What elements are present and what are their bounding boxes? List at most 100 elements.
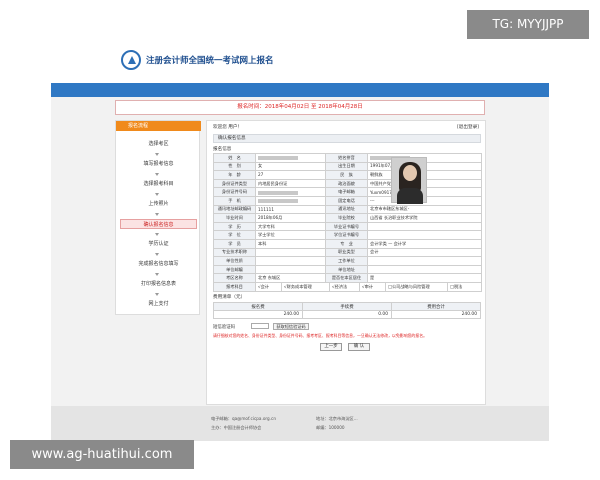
site-title: 注册会计师全国统一考试网上报名	[146, 56, 274, 66]
info-value	[367, 221, 482, 232]
site-header: 注册会计师全国统一考试网上报名	[51, 41, 549, 83]
footer-email: 电子邮箱：qa@mof.cicpa.org.cn	[211, 416, 276, 421]
subject-checkbox[interactable]: □税法	[447, 282, 482, 292]
page: 注册会计师全国统一考试网上报名 报名时间：2018年04月02日 至 2018年…	[0, 0, 600, 480]
info-value: 本科	[255, 238, 326, 249]
nav-band	[51, 83, 549, 97]
info-value: 女	[255, 161, 326, 172]
tg-label: TG: MYYJJPP	[467, 10, 589, 39]
info-label: 出生日期	[325, 161, 368, 172]
info-label: 性 别	[213, 161, 256, 172]
step-select-subjects[interactable]: 选择报考科目	[120, 179, 197, 189]
info-label: 学位证书编号	[325, 230, 368, 240]
fee-value: 0.00	[302, 310, 392, 319]
subject-checkbox[interactable]: √财务成本管理	[281, 282, 330, 292]
fee-value: 240.00	[391, 310, 481, 319]
fee-value-row: 240.00 0.00 240.00	[213, 310, 481, 319]
logo-mark	[128, 56, 136, 64]
fee-value: 240.00	[213, 310, 303, 319]
registration-info-table: 姓 名 姓名拼音性 别女出生日期 1991年07月21日年 龄 27 民 族朝鲜族 身份证…	[213, 153, 482, 283]
footer-host: 主办：中国注册会计师协会	[211, 425, 262, 430]
redacted-value	[258, 156, 298, 161]
subjects-table: 报考科目 √会计 √财务成本管理 √经济法 √审计 □公司战略与风险管理 □税法	[213, 282, 482, 292]
info-label: 职业类型	[325, 247, 368, 258]
info-row: 单位邮编 单位地址	[213, 264, 482, 275]
info-label: 电子邮箱	[325, 187, 368, 197]
info-label: 身份证件号码	[213, 187, 256, 197]
info-label: 学 员	[213, 238, 256, 249]
info-label: 毕业时间	[213, 213, 256, 223]
step-select-area[interactable]: 选择考区	[120, 139, 197, 149]
info-row: 手 机固定电话 ---	[213, 195, 482, 206]
arrow-down-icon	[155, 153, 159, 156]
arrow-down-icon	[155, 193, 159, 196]
info-row: 年 龄 27 民 族朝鲜族	[213, 170, 482, 180]
verify-code-input[interactable]	[251, 323, 269, 329]
info-value	[255, 264, 326, 275]
subject-checkbox[interactable]: √审计	[359, 282, 386, 292]
fee-header: 费用合计	[391, 302, 481, 311]
info-value	[367, 230, 482, 240]
step-fill-info[interactable]: 填写报考信息	[120, 159, 197, 169]
footer-postcode: 邮编：100000	[316, 425, 345, 430]
arrow-down-icon	[155, 273, 159, 276]
step-online-payment[interactable]: 网上支付	[120, 299, 197, 309]
registration-period: 报名时间：2018年04月02日 至 2018年04月28日	[115, 100, 485, 115]
info-label: 通讯地址	[325, 204, 368, 215]
info-value: 大学专科	[255, 221, 326, 232]
info-value: 111111	[255, 204, 326, 215]
info-label: 姓 名	[213, 153, 256, 163]
logout-link[interactable]: [退出登录]	[457, 124, 479, 130]
confirm-button[interactable]: 确 认	[348, 343, 370, 351]
arrow-down-icon	[155, 253, 159, 256]
sidebar-title: 报名流程	[116, 121, 201, 131]
step-degree-verify[interactable]: 学历认证	[120, 239, 197, 249]
photo-body	[397, 188, 423, 204]
info-row: 通讯地址邮政编码 111111 通讯地址 北京市市辖区东城区-	[213, 204, 482, 215]
info-row: 专业技术职称 职业类型 会计	[213, 247, 482, 258]
step-confirm-info[interactable]: 确认报名信息	[120, 219, 197, 229]
arrow-down-icon	[155, 213, 159, 216]
warning-text: 请仔细核对您的姓名、身份证件类型、身份证件号码、报考考区、报考科目等信息，一旦确…	[213, 333, 427, 338]
prev-button[interactable]: 上一步	[320, 343, 342, 351]
main-panel: 欢迎您 用户！ [退出登录] 确认报名信息 报名信息 姓 名 姓名拼音性 别女出生…	[206, 120, 486, 405]
redacted-value	[258, 199, 298, 204]
browser-screenshot: 注册会计师全国统一考试网上报名 报名时间：2018年04月02日 至 2018年…	[51, 41, 549, 441]
info-value: 内地居民身份证	[255, 178, 326, 189]
info-value	[255, 256, 326, 266]
info-label: 毕业院校	[325, 213, 368, 223]
get-verify-code-button[interactable]: 获取短信验证码	[273, 323, 309, 330]
info-row: 单位性质 工作单位	[213, 256, 482, 266]
verify-code-label: 短信验证码	[213, 325, 235, 330]
info-row: 学 历大学专科 毕业证书编号	[213, 221, 482, 232]
welcome-text: 欢迎您 用户！	[213, 125, 243, 130]
watermark-label: www.ag-huatihui.com	[10, 440, 194, 469]
step-print-form[interactable]: 打印报名信息表	[120, 279, 197, 289]
fee-header: 手续费	[302, 302, 392, 311]
info-label: 单位邮编	[213, 264, 256, 275]
info-label: 通讯地址邮政编码	[213, 204, 256, 215]
info-value	[255, 187, 326, 197]
fee-table: 报名费 手续费 费用合计 240.00 0.00 240.00	[213, 302, 481, 319]
arrow-down-icon	[155, 293, 159, 296]
info-label: 毕业证书编号	[325, 221, 368, 232]
step-upload-photo[interactable]: 上传照片	[120, 199, 197, 209]
step-complete-info[interactable]: 完成报名信息填写	[120, 259, 197, 269]
fee-label: 费用清单（元）	[213, 295, 246, 300]
panel-title: 确认报名信息	[213, 134, 481, 143]
info-row: 学 位学士学位 学位证书编号	[213, 230, 482, 240]
info-row: 学 员本科专 业会计学类 — 会计学	[213, 238, 482, 249]
info-label: 工作单位	[325, 256, 368, 266]
info-row: 姓 名 姓名拼音	[213, 153, 482, 163]
info-value: 会计学类 — 会计学	[367, 238, 482, 249]
section-label: 报名信息	[213, 147, 232, 152]
subject-checkbox[interactable]: √经济法	[329, 282, 360, 292]
info-label: 学 历	[213, 221, 256, 232]
fee-header-row: 报名费 手续费 费用合计	[213, 302, 481, 311]
info-row: 身份证件号码电子邮箱Yuxm0917@163.com	[213, 187, 482, 197]
subject-checkbox[interactable]: √会计	[255, 282, 282, 292]
info-row: 身份证件类型 内地居民身份证 政治面貌 中国共产党党员	[213, 178, 482, 189]
subject-checkbox[interactable]: □公司战略与风险管理	[385, 282, 448, 292]
info-label: 身份证件类型	[213, 178, 256, 189]
info-row: 性 别女出生日期 1991年07月21日	[213, 161, 482, 172]
